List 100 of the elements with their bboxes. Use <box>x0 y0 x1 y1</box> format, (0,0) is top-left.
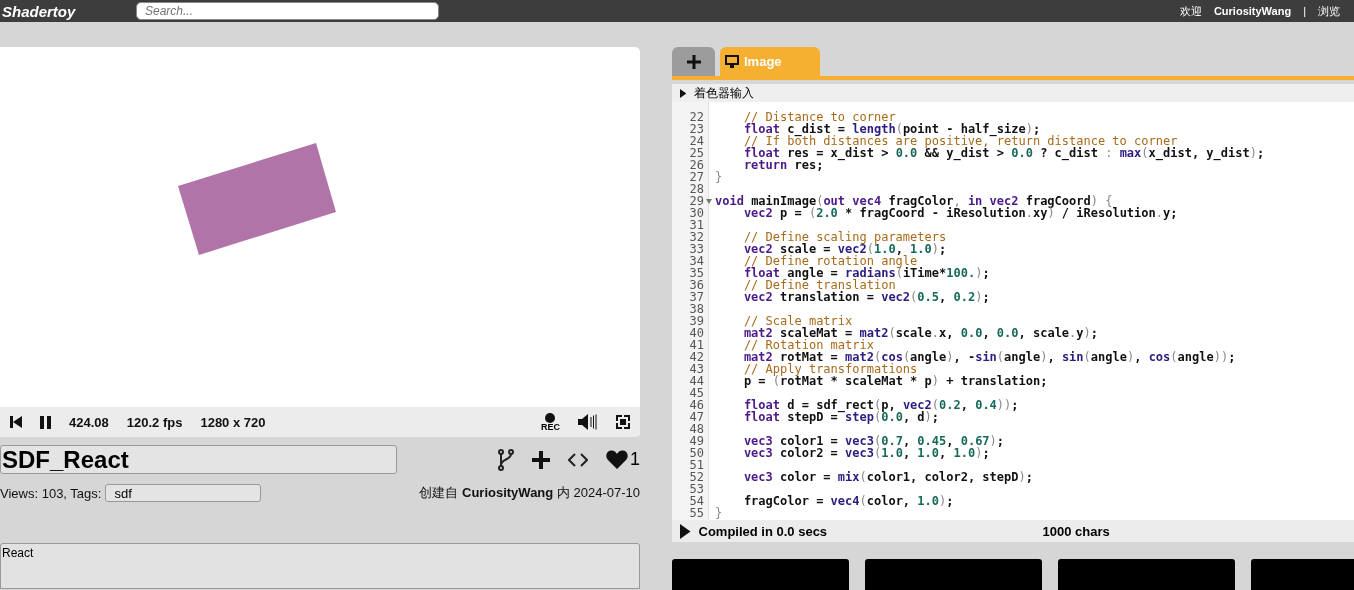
code-line: // Scale matrix <box>742 315 853 327</box>
fullscreen-icon[interactable] <box>616 415 630 429</box>
line-number: 51 <box>689 459 704 471</box>
line-number: 47 <box>689 411 704 423</box>
rewind-icon[interactable] <box>10 416 22 428</box>
code-line: void mainImage(out vec4 fragColor, in vec2 fragCoord) { <box>715 195 1113 207</box>
compile-status: Compiled in 0.0 secs <box>698 523 829 539</box>
line-number: 48 <box>689 423 704 435</box>
code-line: fragColor = vec4(color, 1.0); <box>742 495 954 507</box>
line-number: 24 <box>689 135 704 147</box>
line-number: 52 <box>689 471 704 483</box>
code-editor[interactable] <box>672 102 1354 520</box>
shader-thumbnail[interactable] <box>1058 559 1235 590</box>
code-line: vec3 color2 = vec3(1.0, 1.0, 1.0); <box>742 447 990 459</box>
browse-link[interactable]: 浏览 <box>1318 3 1340 19</box>
code-line: mat2 scaleMat = mat2(scale.x, 0.0, 0.0, scale.y); <box>742 327 1099 339</box>
line-number: 33 <box>689 243 704 255</box>
fold-arrow-icon[interactable] <box>706 198 712 204</box>
code-line: vec2 p = (2.0 * fragCoord - iResolution.xy) / iResolution.y; <box>742 207 1178 219</box>
shader-thumbnail[interactable] <box>672 559 849 590</box>
fps-readout: 120.2 fps <box>126 414 183 430</box>
code-line: return res; <box>742 159 824 171</box>
line-number: 37 <box>689 291 704 303</box>
search-field[interactable]: Search... <box>136 2 439 20</box>
code-line: float angle = radians(iTime*100.); <box>742 267 990 279</box>
code-line: // Distance to corner <box>742 111 896 123</box>
line-number: 50 <box>689 447 704 459</box>
line-number: 32 <box>689 231 704 243</box>
plus-icon[interactable] <box>532 450 550 469</box>
add-tab-button[interactable] <box>672 47 715 76</box>
shader-inputs-label[interactable]: 着色器输入 <box>694 84 755 102</box>
code-line: mat2 rotMat = mat2(cos(angle), -sin(angle), sin(angle), cos(angle)); <box>742 351 1236 363</box>
code-line: // Define rotation angle <box>742 255 918 267</box>
fork-icon[interactable] <box>498 448 514 471</box>
code-line: float res = x_dist > 0.0 && y_dist > 0.0 ? c_dist : max(x_dist, y_dist); <box>742 147 1265 159</box>
tags-field[interactable]: sdf <box>105 484 262 502</box>
line-number: 30 <box>689 207 704 219</box>
code-line: // Define translation <box>742 279 896 291</box>
code-line: vec2 translation = vec2(0.5, 0.2); <box>742 291 990 303</box>
line-number: 34 <box>689 255 704 267</box>
like-count: 1 <box>630 449 640 470</box>
code-line: // Apply transformations <box>742 363 918 375</box>
speaker-icon[interactable] <box>578 414 598 430</box>
separator-text: | <box>1303 5 1306 17</box>
line-number: 40 <box>689 327 704 339</box>
expand-arrow-icon[interactable] <box>680 523 691 539</box>
shader-thumbnail[interactable] <box>865 559 1042 590</box>
line-number: 45 <box>689 387 704 399</box>
line-number: 27 <box>689 171 704 183</box>
welcome-text: 欢迎 <box>1179 3 1202 19</box>
code-line: // If both distances are positive, return distance to corner <box>742 135 1178 147</box>
line-number: 41 <box>689 339 704 351</box>
heart-icon[interactable] <box>606 450 628 469</box>
code-line: float d = sdf_rect(p, vec2(0.2, 0.4)); <box>742 399 1019 411</box>
line-number: 49 <box>689 435 704 447</box>
line-number: 54 <box>689 495 704 507</box>
char-count: 1000 chars <box>1042 523 1110 539</box>
shader-inputs-bar[interactable]: 着色器输入 <box>672 84 1354 102</box>
line-number: 38 <box>689 303 704 315</box>
rec-label[interactable]: REC <box>541 422 560 432</box>
code-line: vec2 scale = vec2(1.0, 1.0); <box>742 243 947 255</box>
time-readout: 424.08 <box>69 414 109 430</box>
monitor-icon <box>725 55 739 68</box>
line-number: 44 <box>689 375 704 387</box>
created-text: 创建自 CuriosityWang 内 2024-07-10 <box>419 484 640 502</box>
code-line: // Define scaling parameters <box>742 231 947 243</box>
line-number: 29 <box>689 195 704 207</box>
line-number: 23 <box>689 123 704 135</box>
resolution-readout: 1280 x 720 <box>200 414 266 430</box>
line-number: 28 <box>689 183 704 195</box>
code-line: p = (rotMat * scaleMat * p) + translation; <box>742 375 1048 387</box>
expand-arrow-icon[interactable] <box>680 88 687 98</box>
title-field[interactable]: SDF_React <box>0 445 397 474</box>
code-line: // Rotation matrix <box>742 339 874 351</box>
record-dot-icon[interactable] <box>545 412 556 423</box>
code-line: } <box>715 507 723 519</box>
views-text: Views: 103, Tags: <box>0 485 102 501</box>
line-number: 36 <box>689 279 704 291</box>
logo[interactable]: Shadertoy <box>2 2 118 20</box>
line-number: 55 <box>689 507 704 519</box>
code-line: } <box>715 171 723 183</box>
username-link[interactable]: CuriosityWang <box>1213 5 1292 17</box>
code-line: float c_dist = length(point - half_size); <box>742 123 1041 135</box>
line-number: 39 <box>689 315 704 327</box>
plus-icon[interactable] <box>686 54 701 69</box>
line-number: 22 <box>689 111 704 123</box>
code-icon[interactable] <box>568 452 588 467</box>
pause-icon[interactable] <box>40 415 51 429</box>
code-line: vec3 color1 = vec3(0.7, 0.45, 0.67); <box>742 435 1005 447</box>
line-number: 26 <box>689 159 704 171</box>
line-number: 25 <box>689 147 704 159</box>
description-field[interactable]: React <box>0 543 640 589</box>
line-number: 31 <box>689 219 704 231</box>
line-number: 35 <box>689 267 704 279</box>
line-number: 46 <box>689 399 704 411</box>
code-line: vec3 color = mix(color1, color2, stepD); <box>742 471 1033 483</box>
line-number: 42 <box>689 351 704 363</box>
code-line: float stepD = step(0.0, d); <box>742 411 940 423</box>
line-number: 43 <box>689 363 704 375</box>
line-number: 53 <box>689 483 704 495</box>
